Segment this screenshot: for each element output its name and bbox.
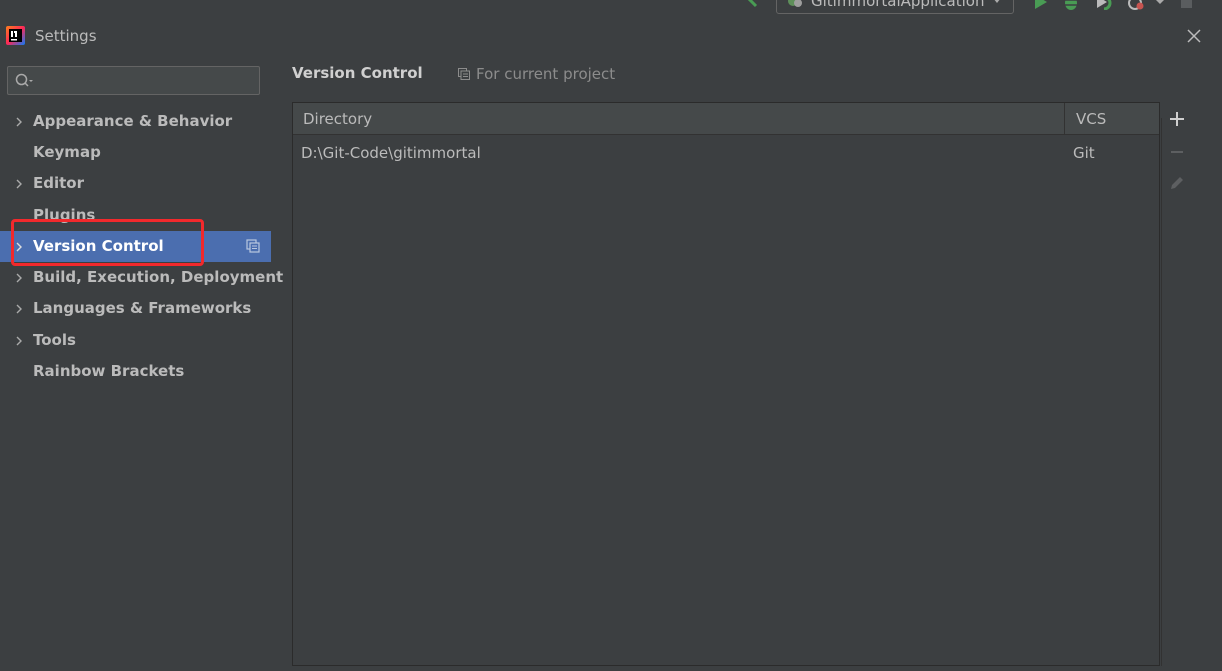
run-config-dropdown[interactable]: GitimmortalApplication [776,0,1014,14]
settings-window: Settings Appearance & Behavior Keymap Ed… [0,17,1222,671]
sidebar-item-label: Build, Execution, Deployment [33,268,284,286]
sidebar-item-languages-frameworks[interactable]: Languages & Frameworks [0,293,271,324]
sidebar-item-keymap[interactable]: Keymap [0,137,271,168]
sidebar-item-label: Languages & Frameworks [33,299,252,317]
table-header: Directory VCS [293,103,1159,135]
vcs-mappings-table: Directory VCS D:\Git-Code\gitimmortal Gi… [292,102,1160,666]
chevron-right-icon[interactable] [13,272,25,284]
chevron-right-icon[interactable] [13,116,25,128]
chevron-right-icon[interactable] [13,178,25,190]
search-field[interactable] [7,66,260,95]
table-row[interactable]: D:\Git-Code\gitimmortal Git [293,137,1159,167]
scope-label: For current project [458,65,615,83]
page-title: Version Control [292,64,423,82]
coverage-icon[interactable] [1094,0,1112,10]
chevron-right-icon[interactable] [13,335,25,347]
column-header-vcs[interactable]: VCS [1076,110,1106,128]
sidebar-item-label: Rainbow Brackets [33,362,185,380]
sidebar-item-version-control[interactable]: Version Control [0,231,271,262]
run-config-icon [788,0,802,7]
sidebar-item-rainbow-brackets[interactable]: Rainbow Brackets [0,356,271,387]
sidebar-item-label: Version Control [33,237,164,255]
add-icon[interactable] [1167,109,1187,129]
sidebar-item-label: Keymap [33,143,101,161]
column-header-directory[interactable]: Directory [303,110,372,128]
window-title: Settings [35,27,97,45]
column-divider[interactable] [1064,103,1065,134]
cell-directory: D:\Git-Code\gitimmortal [301,144,481,162]
sidebar-item-editor[interactable]: Editor [0,168,271,199]
sidebar-item-plugins[interactable]: Plugins [0,200,271,231]
ide-toolbar: GitimmortalApplication [0,0,1222,17]
sidebar-item-label: Appearance & Behavior [33,112,233,130]
run-config-label: GitimmortalApplication [811,0,985,10]
chevron-down-icon [993,0,1001,3]
chevron-right-icon[interactable] [13,303,25,315]
sidebar-item-label: Plugins [33,206,96,224]
sidebar-item-tools[interactable]: Tools [0,325,271,356]
scope-text: For current project [476,65,616,83]
stop-icon[interactable] [1178,0,1196,10]
chevron-right-icon[interactable] [13,241,25,253]
run-icon[interactable] [1032,0,1050,10]
chevron-down-icon[interactable] [1154,0,1166,10]
cell-vcs: Git [1073,144,1095,162]
title-bar: Settings [0,17,1222,53]
debug-icon[interactable] [1062,0,1080,10]
sidebar-item-build-execution-deployment[interactable]: Build, Execution, Deployment [0,262,283,293]
hammer-icon[interactable] [741,0,761,10]
search-icon[interactable] [15,73,35,89]
sidebar-item-label: Tools [33,331,76,349]
close-icon[interactable] [1184,26,1204,46]
search-input[interactable] [38,70,257,93]
settings-sidebar: Appearance & Behavior Keymap Editor Plug… [0,53,283,671]
edit-icon[interactable] [1167,173,1187,193]
project-scope-icon [246,239,260,253]
sidebar-item-appearance-behavior[interactable]: Appearance & Behavior [0,106,271,137]
project-scope-icon [458,68,470,80]
remove-icon[interactable] [1167,142,1187,162]
intellij-logo-icon [6,26,25,45]
table-actions-toolbar [1161,112,1192,666]
profile-icon[interactable] [1127,0,1145,10]
sidebar-item-label: Editor [33,174,84,192]
